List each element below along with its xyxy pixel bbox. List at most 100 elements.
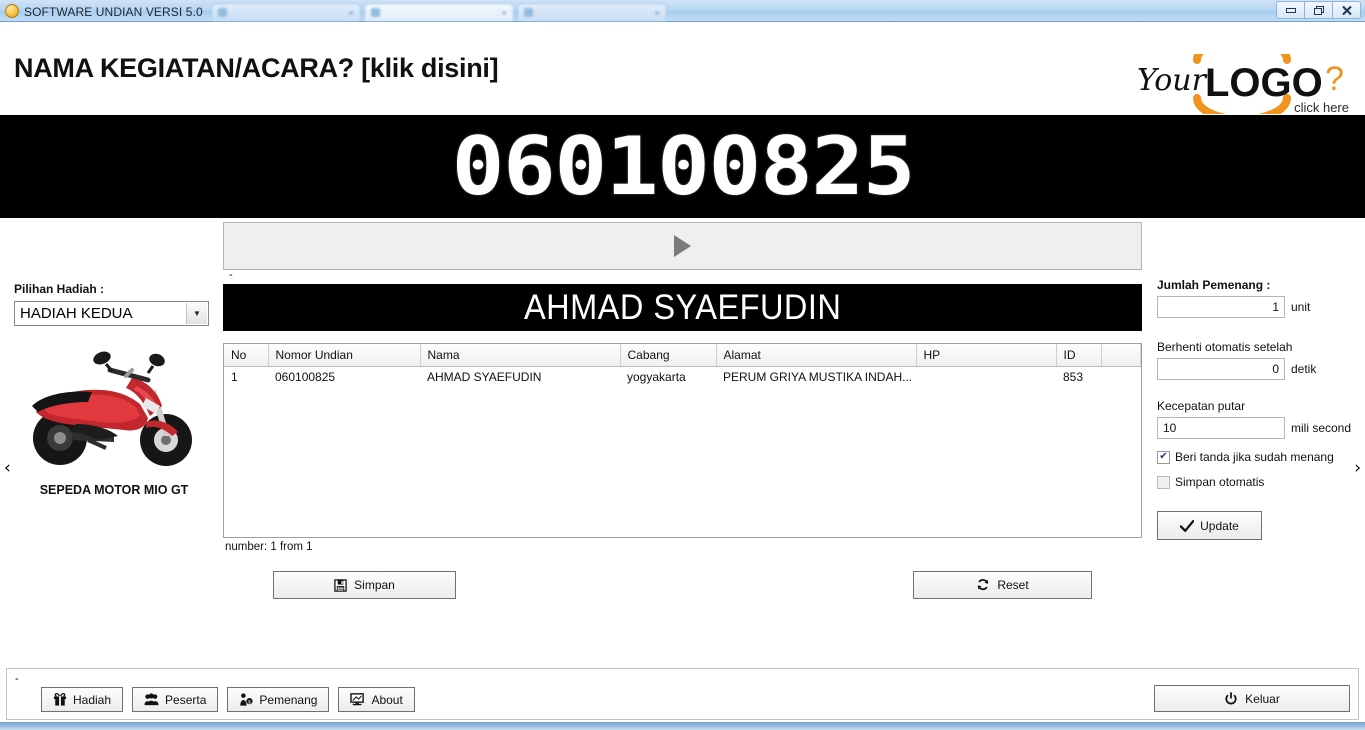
table-row[interactable]: 1 060100825 AHMAD SYAEFUDIN yogyakarta P… (224, 366, 1141, 389)
footer-dash-label: - (15, 673, 19, 685)
browser-tab[interactable]: × (210, 3, 361, 21)
close-icon[interactable]: × (348, 8, 353, 18)
play-button[interactable] (223, 222, 1142, 270)
table-header-extra[interactable] (1101, 344, 1141, 367)
speed-input[interactable]: 10 (1157, 417, 1285, 439)
peserta-button[interactable]: Peserta (132, 687, 219, 712)
exit-button-label: Keluar (1245, 691, 1280, 706)
autosave-label: Simpan otomatis (1175, 475, 1265, 489)
favicon-icon (523, 8, 533, 17)
update-button[interactable]: Update (1157, 511, 1262, 540)
hadiah-button-label: Hadiah (73, 692, 112, 707)
app-header: NAMA KEGIATAN/ACARA? [klik disini] Your … (0, 22, 1365, 124)
prize-image (14, 340, 214, 475)
autostop-row: 0 detik (1157, 358, 1362, 380)
lottery-number: 060100825 (451, 120, 915, 213)
favicon-icon (370, 8, 380, 17)
winner-count-input[interactable]: 1 (1157, 296, 1285, 318)
close-icon[interactable]: × (501, 8, 506, 18)
action-button-row: Simpan Reset (223, 571, 1142, 599)
winner-name: AHMAD SYAEFUDIN (523, 287, 842, 327)
table-header-cabang[interactable]: Cabang (620, 344, 717, 367)
minimize-button[interactable] (1276, 1, 1305, 19)
svg-text:Your: Your (1137, 63, 1208, 98)
update-button-label: Update (1200, 518, 1239, 533)
winners-table[interactable]: No Nomor Undian Nama Cabang Alamat HP ID… (223, 343, 1142, 538)
winner-count-label: Jumlah Pemenang : (1157, 278, 1271, 292)
minimize-icon (1285, 8, 1296, 13)
record-count-status: number: 1 from 1 (225, 541, 313, 553)
autostop-unit: detik (1291, 362, 1317, 376)
lottery-number-display: 060100825 (0, 115, 1365, 218)
hadiah-button[interactable]: Hadiah (41, 687, 124, 712)
mark-winner-row[interactable]: Beri tanda jika sudah menang (1157, 450, 1362, 464)
people-icon (144, 693, 159, 706)
cell-cabang: yogyakarta (620, 366, 716, 389)
table-header-nama[interactable]: Nama (420, 344, 621, 367)
cell-hp (916, 366, 1056, 389)
window-title-bar: SOFTWARE UNDIAN VERSI 5.0 × × × (0, 0, 1365, 22)
autostop-input[interactable]: 0 (1157, 358, 1285, 380)
table-header-no[interactable]: No (224, 344, 269, 367)
play-triangle-icon (674, 235, 691, 257)
close-button[interactable] (1332, 1, 1361, 19)
reset-button-label: Reset (997, 578, 1029, 592)
cell-alamat: PERUM GRIYA MUSTIKA INDAH... (716, 366, 916, 389)
main-content: ‹ › Pilihan Hadiah : HADIAH KEDUA ▼ SEPE… (0, 218, 1365, 617)
svg-text:$: $ (249, 700, 252, 705)
cell-nomor: 060100825 (268, 366, 420, 389)
restore-button[interactable] (1304, 1, 1333, 19)
table-header-hp[interactable]: HP (916, 344, 1057, 367)
speed-label: Kecepatan putar (1157, 399, 1246, 413)
about-button-label: About (371, 692, 403, 707)
close-icon[interactable]: × (654, 8, 659, 18)
about-button[interactable]: About (338, 687, 415, 712)
table-header-alamat[interactable]: Alamat (716, 344, 917, 367)
draw-panel: - AHMAD SYAEFUDIN No Nomor Undian Nama C… (223, 218, 1142, 599)
footer-button-group: Hadiah Peserta $ Pemenang About (41, 687, 415, 712)
restore-icon (1313, 5, 1324, 15)
app-circle-icon (5, 4, 19, 18)
autosave-row[interactable]: Simpan otomatis (1157, 475, 1362, 489)
motorcycle-image (32, 351, 192, 466)
table-header-id[interactable]: ID (1056, 344, 1102, 367)
favicon-icon (217, 8, 227, 17)
reset-button[interactable]: Reset (913, 571, 1092, 599)
page-title[interactable]: NAMA KEGIATAN/ACARA? [klik disini] (14, 53, 499, 84)
table-header-nomor[interactable]: Nomor Undian (268, 344, 421, 367)
pemenang-button[interactable]: $ Pemenang (227, 687, 330, 712)
settings-panel: Jumlah Pemenang : 1 unit Berhenti otomat… (1157, 218, 1362, 540)
save-button[interactable]: Simpan (273, 571, 456, 599)
cell-id: 853 (1056, 366, 1101, 389)
prize-caption: SEPEDA MOTOR MIO GT (39, 483, 189, 497)
window-controls (1276, 1, 1361, 19)
speed-unit: mili second (1291, 421, 1352, 435)
center-dash-label: - (229, 269, 233, 281)
prize-select-value: HADIAH KEDUA (20, 305, 133, 322)
close-icon (1341, 5, 1352, 15)
peserta-button-label: Peserta (165, 692, 207, 707)
winner-count-unit: unit (1291, 300, 1311, 314)
prev-arrow-icon[interactable]: ‹ (4, 458, 11, 478)
exit-button[interactable]: Keluar (1154, 685, 1350, 712)
mark-winner-checkbox[interactable] (1157, 450, 1170, 464)
monitor-icon (350, 693, 365, 706)
speed-row: 10 mili second (1157, 417, 1362, 439)
svg-text:?: ? (1325, 60, 1344, 98)
browser-tab[interactable]: × (363, 3, 514, 21)
refresh-icon (976, 578, 990, 592)
logo[interactable]: Your LOGO ? click here (1135, 34, 1357, 124)
browser-tab[interactable]: × (516, 3, 667, 21)
cell-nama: AHMAD SYAEFUDIN (420, 366, 620, 389)
prize-select[interactable]: HADIAH KEDUA ▼ (14, 301, 209, 326)
footer-panel: - Hadiah Peserta $ Pemenang About Keluar (6, 668, 1359, 720)
mark-winner-label: Beri tanda jika sudah menang (1175, 450, 1334, 464)
autostop-label: Berhenti otomatis setelah (1157, 340, 1293, 354)
winner-count-row: 1 unit (1157, 296, 1362, 318)
chevron-down-icon[interactable]: ▼ (186, 303, 207, 324)
autosave-checkbox[interactable] (1157, 475, 1170, 489)
logo-click-here-label: click here (1294, 100, 1349, 115)
table-header-row: No Nomor Undian Nama Cabang Alamat HP ID (224, 344, 1141, 367)
winner-name-display: AHMAD SYAEFUDIN (223, 284, 1142, 331)
svg-text:LOGO: LOGO (1205, 61, 1323, 105)
